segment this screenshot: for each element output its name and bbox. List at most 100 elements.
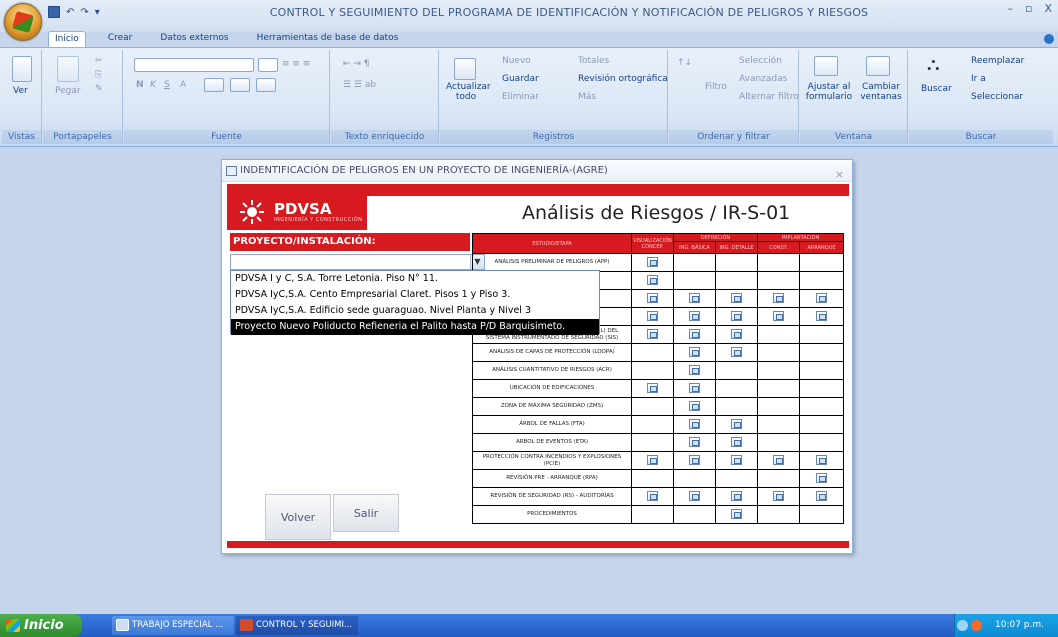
open-report-icon[interactable] xyxy=(689,400,700,411)
sort-icons[interactable]: ↑↓ xyxy=(677,58,692,68)
buscar-button[interactable]: Buscar xyxy=(921,84,952,94)
open-report-icon[interactable] xyxy=(647,310,658,321)
fill-color-icon[interactable] xyxy=(204,78,224,92)
actualizar-button[interactable]: Actualizar todo xyxy=(446,82,491,102)
open-report-icon[interactable] xyxy=(816,454,827,465)
redo-icon[interactable]: ↷ xyxy=(80,7,88,18)
save-icon[interactable] xyxy=(48,6,60,18)
open-report-icon[interactable] xyxy=(689,490,700,501)
paste-icon[interactable] xyxy=(57,56,79,82)
cut-icon[interactable]: ✂ xyxy=(95,56,103,66)
nuevo-button[interactable]: Nuevo xyxy=(502,56,531,66)
alternar-filtro-button[interactable]: Alternar filtro xyxy=(739,92,799,102)
open-report-icon[interactable] xyxy=(731,508,742,519)
open-report-icon[interactable] xyxy=(689,364,700,375)
tray-icon-1[interactable] xyxy=(957,620,968,631)
fit-form-icon[interactable] xyxy=(814,56,838,76)
open-report-icon[interactable] xyxy=(647,274,658,285)
open-report-icon[interactable] xyxy=(816,292,827,303)
open-report-icon[interactable] xyxy=(773,292,784,303)
help-icon[interactable] xyxy=(1044,34,1054,44)
gridlines-icon[interactable] xyxy=(230,78,250,92)
open-report-icon[interactable] xyxy=(773,310,784,321)
open-report-icon[interactable] xyxy=(816,472,827,483)
open-report-icon[interactable] xyxy=(647,454,658,465)
taskbar-item-active[interactable]: CONTROL Y SEGUIMI... xyxy=(236,616,358,635)
refresh-icon[interactable] xyxy=(454,58,476,80)
open-report-icon[interactable] xyxy=(647,490,658,501)
eliminar-button[interactable]: Eliminar xyxy=(502,92,539,102)
open-report-icon[interactable] xyxy=(773,490,784,501)
alt-fill-icon[interactable] xyxy=(256,78,276,92)
open-report-icon[interactable] xyxy=(731,418,742,429)
open-report-icon[interactable] xyxy=(647,292,658,303)
open-report-icon[interactable] xyxy=(731,346,742,357)
open-report-icon[interactable] xyxy=(689,454,700,465)
font-color-button[interactable]: A xyxy=(180,80,186,90)
totales-button[interactable]: Totales xyxy=(578,56,609,66)
open-report-icon[interactable] xyxy=(647,382,658,393)
taskbar-item[interactable]: TRABAJO ESPECIAL ... xyxy=(112,616,234,635)
ir-a-button[interactable]: Ir a xyxy=(971,74,986,84)
open-report-icon[interactable] xyxy=(816,490,827,501)
open-report-icon[interactable] xyxy=(731,292,742,303)
pegar-button[interactable]: Pegar xyxy=(55,86,81,96)
guardar-button[interactable]: Guardar xyxy=(502,74,539,84)
minimize-button[interactable]: – xyxy=(1007,2,1013,15)
restore-button[interactable]: ▫ xyxy=(1025,2,1032,15)
open-report-icon[interactable] xyxy=(816,310,827,321)
office-button[interactable] xyxy=(4,3,42,41)
list-icons[interactable]: ☰ ☰ ab xyxy=(343,80,376,90)
open-report-icon[interactable] xyxy=(731,310,742,321)
open-report-icon[interactable] xyxy=(731,490,742,501)
bold-button[interactable]: N xyxy=(136,80,144,90)
dropdown-item[interactable]: PDVSA I y C, S.A. Torre Letonia. Piso N°… xyxy=(231,271,599,287)
ajustar-formulario-button[interactable]: Ajustar al formulario xyxy=(804,82,854,102)
cambiar-ventanas-button[interactable]: Cambiar ventanas xyxy=(856,82,906,102)
open-report-icon[interactable] xyxy=(647,256,658,267)
tray-icon-2[interactable] xyxy=(971,620,982,631)
tab-inicio[interactable]: Inicio xyxy=(48,31,86,48)
binoculars-icon[interactable]: ⛬ xyxy=(927,54,940,75)
seleccionar-button[interactable]: Seleccionar xyxy=(971,92,1023,102)
dropdown-item[interactable]: PDVSA IyC,S.A. Cento Empresarial Claret.… xyxy=(231,287,599,303)
dropdown-item[interactable]: PDVSA IyC,S.A. Edificio sede guaraguao. … xyxy=(231,303,599,319)
undo-icon[interactable]: ↶ xyxy=(66,7,74,18)
open-report-icon[interactable] xyxy=(689,346,700,357)
filtro-button[interactable]: Filtro xyxy=(705,82,727,92)
italic-button[interactable]: K xyxy=(150,80,156,90)
underline-button[interactable]: S xyxy=(164,80,170,90)
open-report-icon[interactable] xyxy=(731,328,742,339)
switch-windows-icon[interactable] xyxy=(866,56,890,76)
salir-button[interactable]: Salir xyxy=(333,494,399,532)
open-report-icon[interactable] xyxy=(773,454,784,465)
indent-icons[interactable]: ⇤ ⇥ ¶ xyxy=(343,59,370,69)
open-report-icon[interactable] xyxy=(731,454,742,465)
open-report-icon[interactable] xyxy=(689,418,700,429)
volver-button[interactable]: Volver xyxy=(265,494,331,540)
open-report-icon[interactable] xyxy=(689,382,700,393)
tab-herramientas[interactable]: Herramientas de base de datos xyxy=(251,31,405,48)
seleccion-button[interactable]: Selección xyxy=(739,56,782,66)
view-icon[interactable] xyxy=(12,56,32,82)
project-combobox[interactable]: ▼ xyxy=(230,254,485,270)
align-icons[interactable]: ≡ ≡ ≡ xyxy=(282,59,310,69)
format-painter-icon[interactable]: ✎ xyxy=(95,84,103,94)
revision-ortografica-button[interactable]: Revisión ortográfica xyxy=(578,74,668,84)
open-report-icon[interactable] xyxy=(689,310,700,321)
tab-datos-externos[interactable]: Datos externos xyxy=(154,31,234,48)
copy-icon[interactable]: ⎘ xyxy=(95,70,102,80)
open-report-icon[interactable] xyxy=(689,328,700,339)
ver-button[interactable]: Ver xyxy=(13,86,28,96)
dropdown-item-selected[interactable]: Proyecto Nuevo Poliducto Refieneria el P… xyxy=(231,319,599,335)
open-report-icon[interactable] xyxy=(689,436,700,447)
font-name-combo[interactable] xyxy=(134,58,254,72)
open-report-icon[interactable] xyxy=(689,292,700,303)
tab-crear[interactable]: Crear xyxy=(102,31,139,48)
font-size-combo[interactable] xyxy=(258,58,278,72)
close-button[interactable]: X xyxy=(1044,2,1052,15)
open-report-icon[interactable] xyxy=(731,436,742,447)
customize-qat-icon[interactable]: ▾ xyxy=(95,7,100,18)
open-report-icon[interactable] xyxy=(647,328,658,339)
mas-button[interactable]: Más xyxy=(578,92,596,102)
